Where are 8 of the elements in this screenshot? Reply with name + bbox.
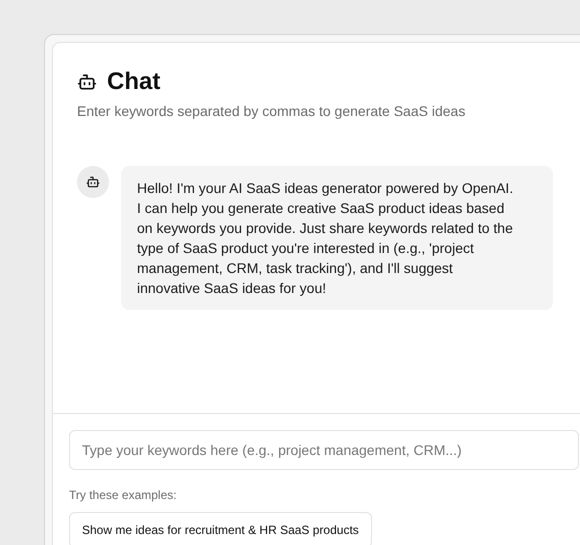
keywords-input[interactable]: Type your keywords here (e.g., project management, CRM...) <box>69 430 579 470</box>
message-bubble: Hello! I'm your AI SaaS ideas generator powered by OpenAI. I can help you generate creative SaaS product ideas based on keywords you provide. Just share keywords related to the type of SaaS product you're interested in (e.g., 'project management, CRM, task tracking'), and I'll suggest innovative SaaS ideas for you! <box>121 166 553 310</box>
chat-subtitle: Enter keywords separated by commas to generate SaaS ideas <box>77 102 466 121</box>
robot-icon <box>86 175 100 189</box>
examples-label: Try these examples: <box>69 487 178 504</box>
chat-title: Chat <box>107 67 160 97</box>
robot-icon <box>77 72 97 92</box>
example-chip[interactable]: Show me ideas for recruitment & HR SaaS products <box>69 512 372 545</box>
